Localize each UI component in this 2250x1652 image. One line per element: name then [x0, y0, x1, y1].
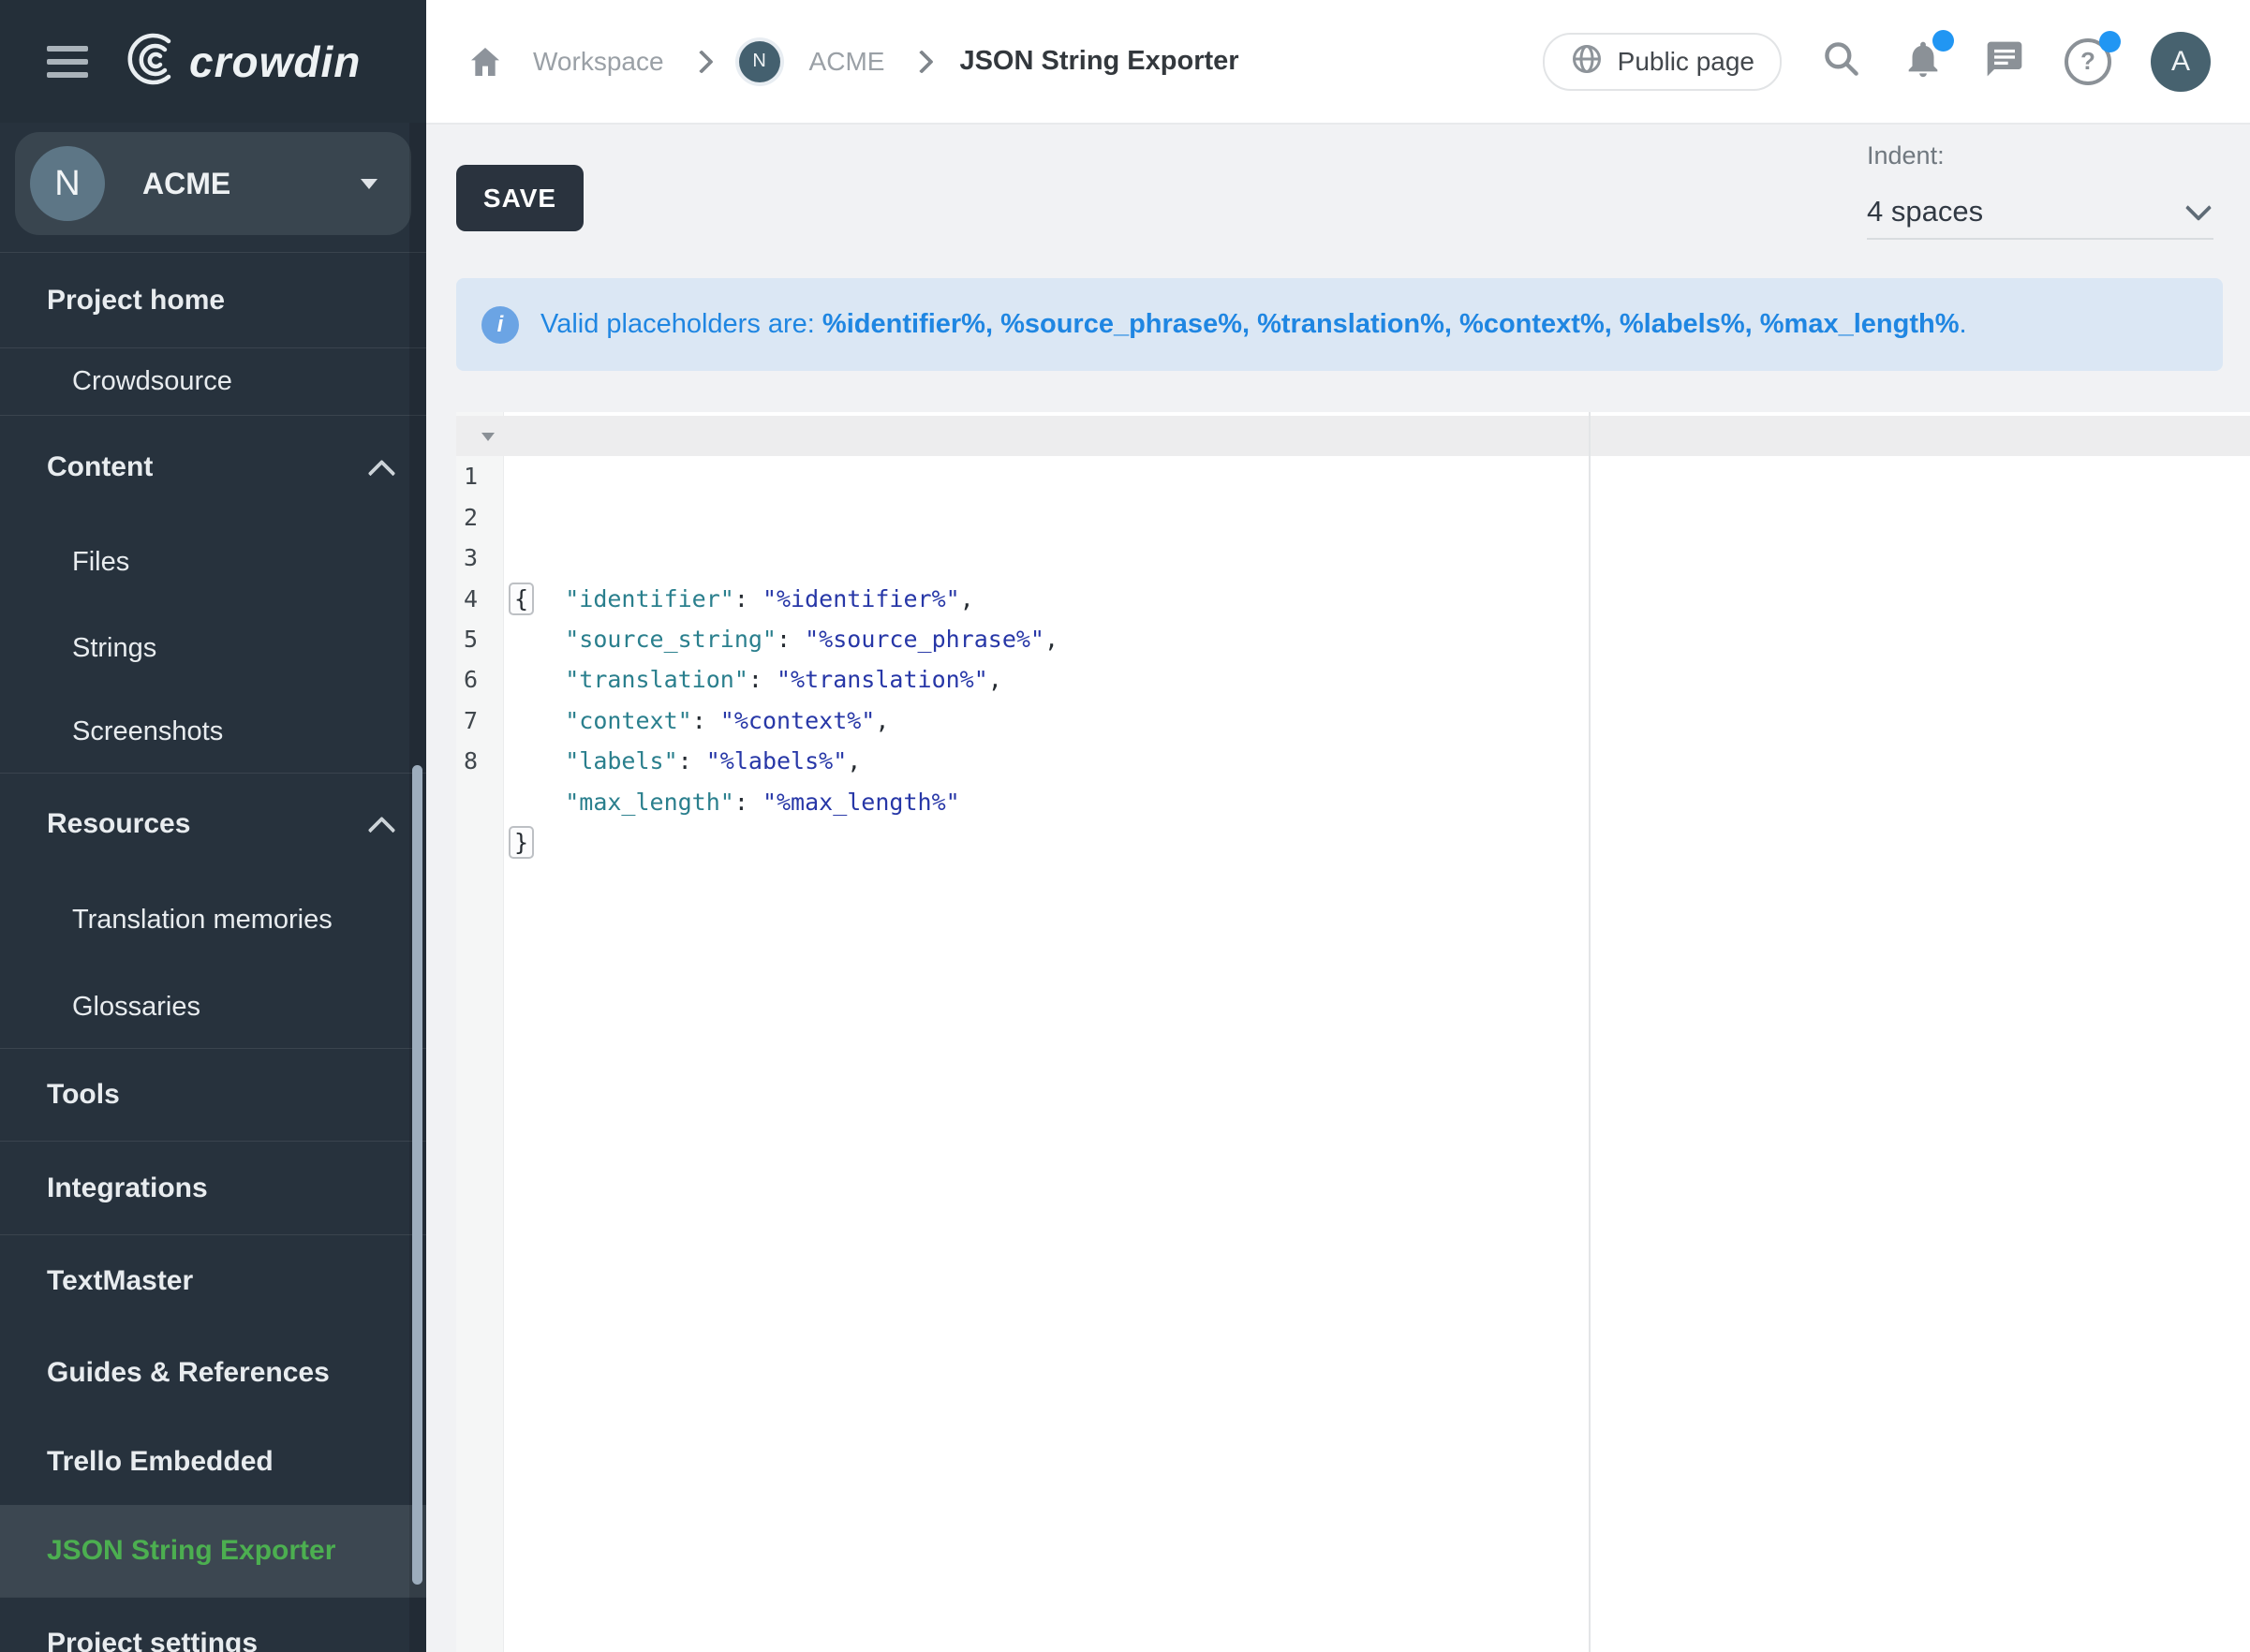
sidebar-item-json-string-exporter[interactable]: JSON String Exporter — [0, 1505, 426, 1597]
org-name: ACME — [142, 167, 361, 201]
hamburger-menu-icon[interactable] — [47, 46, 88, 78]
fold-arrow-icon[interactable] — [481, 433, 495, 441]
code-line[interactable]: 5 "context": "%context%", — [456, 579, 2250, 619]
sidebar-item-crowdsource[interactable]: Crowdsource — [0, 348, 426, 415]
code-line[interactable]: 3 "source_string": "%source_phrase%", — [456, 497, 2250, 538]
breadcrumb-org-badge[interactable]: N — [739, 41, 780, 82]
sidebar-item-glossaries[interactable]: Glossaries — [0, 966, 426, 1048]
sidebar-item-resources[interactable]: Resources — [0, 774, 426, 875]
sidebar-header: crowdin — [0, 0, 426, 123]
chevron-right-icon — [910, 50, 934, 73]
chevron-down-icon — [2185, 195, 2212, 221]
sidebar-item-project-home[interactable]: Project home — [0, 253, 426, 347]
code-line[interactable]: 4 "translation": "%translation%", — [456, 538, 2250, 578]
sidebar-item-strings[interactable]: Strings — [0, 607, 426, 690]
caret-down-icon — [361, 179, 377, 189]
messages-button[interactable] — [1984, 38, 2025, 84]
sidebar-item-trello-embedded[interactable]: Trello Embedded — [0, 1418, 426, 1505]
crowdin-wordmark: crowdin — [189, 37, 361, 87]
breadcrumb-org[interactable]: ACME — [809, 47, 885, 77]
breadcrumb-workspace[interactable]: Workspace — [533, 47, 664, 77]
sidebar-nav: Project home Crowdsource Content Files S… — [0, 252, 426, 1652]
chevron-up-icon — [368, 459, 396, 487]
sidebar-item-screenshots[interactable]: Screenshots — [0, 690, 426, 773]
public-page-button[interactable]: Public page — [1543, 33, 1782, 91]
page-title: JSON String Exporter — [959, 46, 1238, 77]
notification-badge — [1932, 30, 1954, 52]
sidebar-item-content[interactable]: Content — [0, 416, 426, 518]
topbar: Workspace N ACME JSON String Exporter — [426, 0, 2250, 125]
indent-value: 4 spaces — [1867, 195, 1983, 229]
info-banner-text: Valid placeholders are: %identifier%, %s… — [540, 309, 1967, 340]
crowdin-logo[interactable]: crowdin — [122, 29, 361, 94]
sidebar-item-files[interactable]: Files — [0, 518, 426, 607]
sidebar-item-tools[interactable]: Tools — [0, 1049, 426, 1141]
chevron-up-icon — [368, 817, 396, 845]
editor-ruler — [1589, 412, 1591, 1652]
code-line[interactable]: 2 "identifier": "%identifier%", — [456, 456, 2250, 496]
sidebar-item-project-settings[interactable]: Project settings — [0, 1598, 426, 1652]
chat-icon — [1984, 38, 2025, 84]
org-switcher[interactable]: N ACME — [15, 132, 411, 235]
indent-select[interactable]: 4 spaces — [1867, 185, 2213, 240]
code-lines: 1 { 2 "identifier": "%identifier%", 3 "s… — [456, 416, 2250, 741]
sidebar-item-guides-references[interactable]: Guides & References — [0, 1327, 426, 1418]
info-banner: i Valid placeholders are: %identifier%, … — [456, 278, 2223, 371]
sidebar-item-translation-memories[interactable]: Translation memories — [0, 875, 426, 966]
code-editor[interactable]: 1 { 2 "identifier": "%identifier%", 3 "s… — [456, 412, 2250, 1652]
sidebar-item-textmaster[interactable]: TextMaster — [0, 1235, 426, 1327]
breadcrumb: Workspace N ACME JSON String Exporter — [426, 41, 1239, 82]
sidebar-item-integrations[interactable]: Integrations — [0, 1142, 426, 1234]
app-root: crowdin N ACME Project home Crowdsource … — [0, 0, 2250, 1652]
code-line[interactable]: 6 "labels": "%labels%", — [456, 619, 2250, 659]
sidebar-scrollbar-thumb[interactable] — [412, 765, 422, 1585]
code-line[interactable]: 1 { — [456, 416, 2250, 456]
close-brace: } — [509, 826, 534, 859]
code-line[interactable]: 7 "max_length": "%max_length%" — [456, 659, 2250, 700]
notifications-button[interactable] — [1902, 37, 1945, 85]
topbar-actions: Public page — [1543, 32, 2250, 92]
save-button[interactable]: SAVE — [456, 165, 584, 231]
code-line[interactable]: 8 } — [456, 701, 2250, 741]
info-icon: i — [481, 306, 519, 344]
public-page-label: Public page — [1618, 47, 1754, 77]
globe-icon — [1570, 42, 1604, 81]
home-icon[interactable] — [466, 43, 504, 81]
chevron-right-icon — [689, 50, 713, 73]
help-button[interactable]: ? — [2065, 38, 2111, 85]
search-button[interactable] — [1821, 38, 1862, 84]
line-number: 8 — [456, 741, 478, 781]
indent-label: Indent: — [1867, 141, 2213, 170]
help-badge — [2099, 31, 2121, 52]
user-avatar[interactable]: A — [2151, 32, 2211, 92]
crowdin-logo-icon — [122, 29, 182, 94]
search-icon — [1821, 38, 1862, 84]
org-avatar: N — [30, 146, 105, 221]
indent-setting: Indent: 4 spaces — [1867, 141, 2213, 240]
sidebar: crowdin N ACME Project home Crowdsource … — [0, 0, 426, 1652]
